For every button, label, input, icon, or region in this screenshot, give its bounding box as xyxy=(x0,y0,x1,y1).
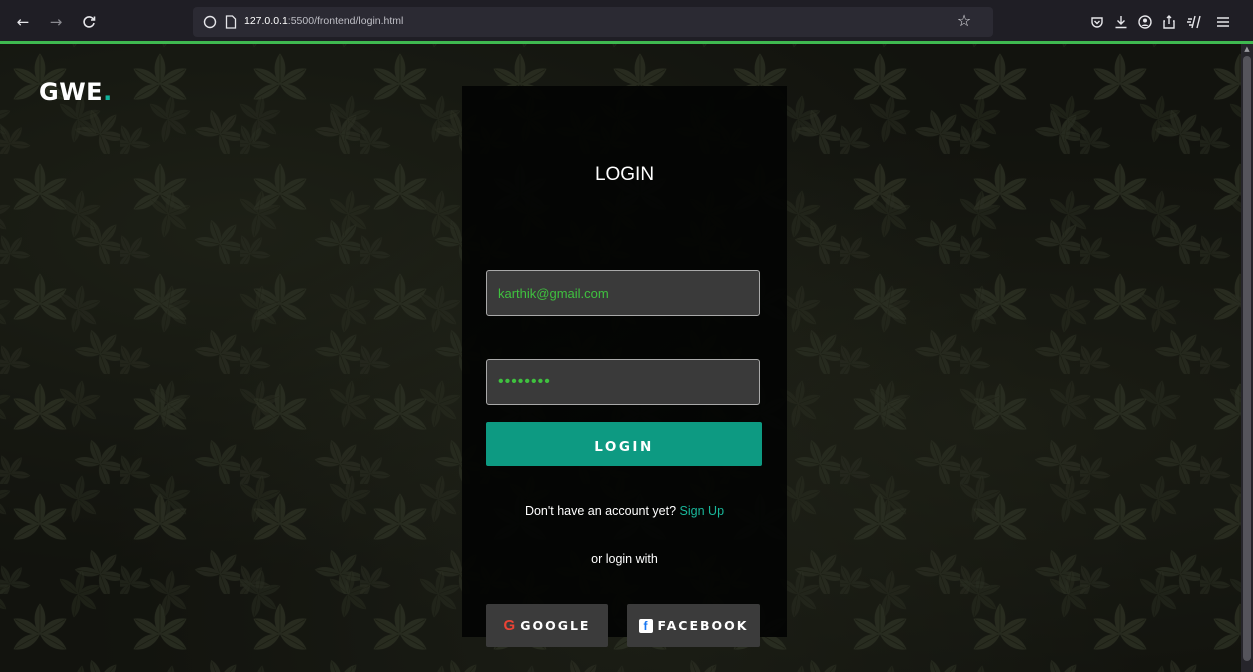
download-icon[interactable] xyxy=(1111,12,1131,32)
forward-icon[interactable]: → xyxy=(46,12,66,32)
facebook-login-button[interactable]: f FACEBOOK xyxy=(627,604,760,647)
url-bar[interactable]: 127.0.0.1:5500/frontend/login.html ☆ xyxy=(193,7,993,37)
facebook-label: FACEBOOK xyxy=(657,618,749,633)
login-card: LOGIN •••••••• LOGIN Don't have an accou… xyxy=(462,86,787,647)
reader-view-icon[interactable] xyxy=(1184,12,1204,32)
shield-icon[interactable] xyxy=(201,13,219,31)
pocket-icon[interactable] xyxy=(1087,12,1107,32)
password-mask: •••••••• xyxy=(498,373,551,390)
login-title: LOGIN xyxy=(594,164,655,185)
vertical-scrollbar[interactable]: ▲ xyxy=(1241,44,1253,672)
bookmark-star-icon[interactable]: ☆ xyxy=(955,12,973,30)
signup-prompt-text: Don't have an account yet? xyxy=(524,504,677,518)
url-host: 127.0.0.1 xyxy=(244,15,288,27)
signup-prompt: Don't have an account yet? Sign Up xyxy=(462,504,787,518)
share-icon[interactable] xyxy=(1159,12,1179,32)
browser-toolbar: ← → 127.0.0.1:5500/frontend/login.html ☆ xyxy=(0,0,1253,44)
menu-icon[interactable] xyxy=(1213,12,1233,32)
alt-login-text: or login with xyxy=(591,552,658,566)
brand-logo[interactable]: GWE. xyxy=(39,78,113,106)
page-viewport: GWE. LOGIN •••••••• LOGIN Don't have an … xyxy=(0,44,1241,672)
logo-dot: . xyxy=(103,78,113,106)
google-icon: G xyxy=(503,617,516,634)
google-label: GOOGLE xyxy=(520,618,591,633)
url-text[interactable]: 127.0.0.1:5500/frontend/login.html xyxy=(244,15,403,27)
email-field[interactable] xyxy=(486,270,760,316)
page-icon[interactable] xyxy=(222,13,240,31)
google-login-button[interactable]: G GOOGLE xyxy=(486,604,608,647)
password-field[interactable]: •••••••• xyxy=(486,359,760,405)
scroll-thumb[interactable] xyxy=(1243,56,1251,661)
login-button[interactable]: LOGIN xyxy=(486,422,762,466)
logo-text: GWE xyxy=(39,78,104,106)
url-path: :5500/frontend/login.html xyxy=(287,15,404,27)
back-icon[interactable]: ← xyxy=(13,12,33,32)
facebook-icon: f xyxy=(638,618,653,633)
account-icon[interactable] xyxy=(1135,12,1155,32)
scroll-up-icon[interactable]: ▲ xyxy=(1241,44,1253,54)
reload-icon[interactable] xyxy=(79,12,99,32)
signup-link[interactable]: Sign Up xyxy=(680,504,724,518)
